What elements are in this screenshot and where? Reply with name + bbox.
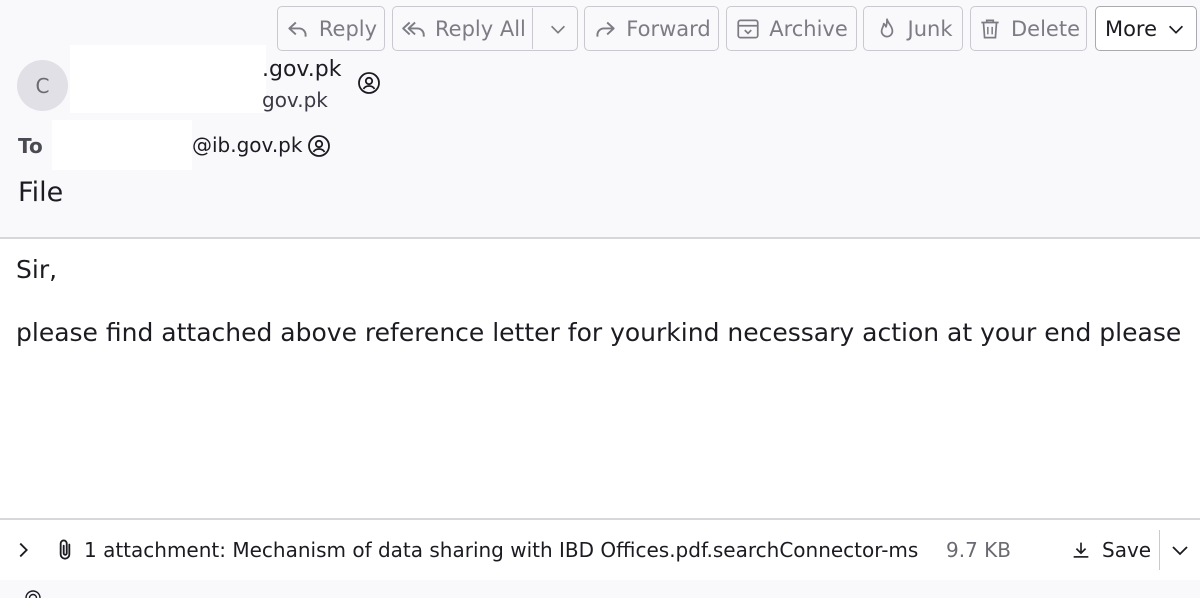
online-status-icon (25, 590, 41, 598)
forward-button[interactable]: Forward (584, 6, 719, 51)
paperclip-icon (59, 539, 71, 560)
save-divider (1159, 530, 1160, 570)
save-button[interactable]: Save (1070, 520, 1151, 580)
body-greeting: Sir, (16, 255, 58, 284)
reply-button[interactable]: Reply (277, 6, 385, 51)
reply-all-icon (402, 21, 425, 37)
add-contact-icon[interactable] (307, 134, 331, 158)
archive-button[interactable]: Archive (726, 6, 857, 51)
trash-icon (981, 18, 999, 39)
junk-label: Junk (907, 16, 953, 41)
to-label: To (18, 134, 43, 158)
forward-icon (596, 21, 615, 37)
junk-button[interactable]: Junk (863, 6, 963, 51)
attachment-toggle[interactable] (12, 520, 34, 580)
paperclip (52, 520, 78, 580)
recipient-address[interactable]: @ib.gov.pk (192, 133, 302, 157)
body-text: please find attached above reference let… (16, 318, 1182, 347)
sender-address[interactable]: gov.pk (262, 88, 328, 112)
sender-avatar: C (17, 60, 68, 111)
chevron-down-icon (1169, 25, 1184, 34)
archive-label: Archive (769, 16, 848, 41)
sender-redaction (70, 45, 266, 113)
chevron-down-icon (1172, 546, 1188, 556)
message-header: Reply Reply All Forward Archive Junk Del… (0, 0, 1200, 239)
add-contact-icon[interactable] (357, 71, 381, 95)
attachment-bar: 1 attachment: Mechanism of data sharing … (0, 518, 1200, 582)
save-label: Save (1102, 538, 1152, 562)
attachment-size: 9.7 KB (946, 538, 1011, 562)
reply-all-dropdown[interactable] (533, 7, 583, 50)
delete-label: Delete (1011, 16, 1080, 41)
reply-all-label: Reply All (435, 16, 526, 41)
chevron-down-icon (550, 25, 566, 34)
message-subject: File (18, 177, 64, 208)
reply-icon (288, 21, 307, 37)
attachment-summary[interactable]: 1 attachment: Mechanism of data sharing … (84, 520, 918, 580)
forward-label: Forward (626, 16, 711, 41)
delete-button[interactable]: Delete (970, 6, 1087, 51)
more-button[interactable]: More (1095, 6, 1197, 51)
save-dropdown[interactable] (1168, 520, 1192, 580)
recipient-redaction (52, 120, 192, 170)
more-label: More (1104, 16, 1158, 41)
chevron-right-icon (19, 542, 28, 558)
reply-label: Reply (318, 16, 378, 41)
archive-icon (737, 18, 759, 39)
download-icon (1073, 542, 1089, 558)
sender-name[interactable]: .gov.pk (262, 57, 341, 82)
reply-all-button[interactable]: Reply All (392, 6, 578, 51)
flame-icon (880, 17, 893, 37)
status-bar (0, 580, 1200, 598)
